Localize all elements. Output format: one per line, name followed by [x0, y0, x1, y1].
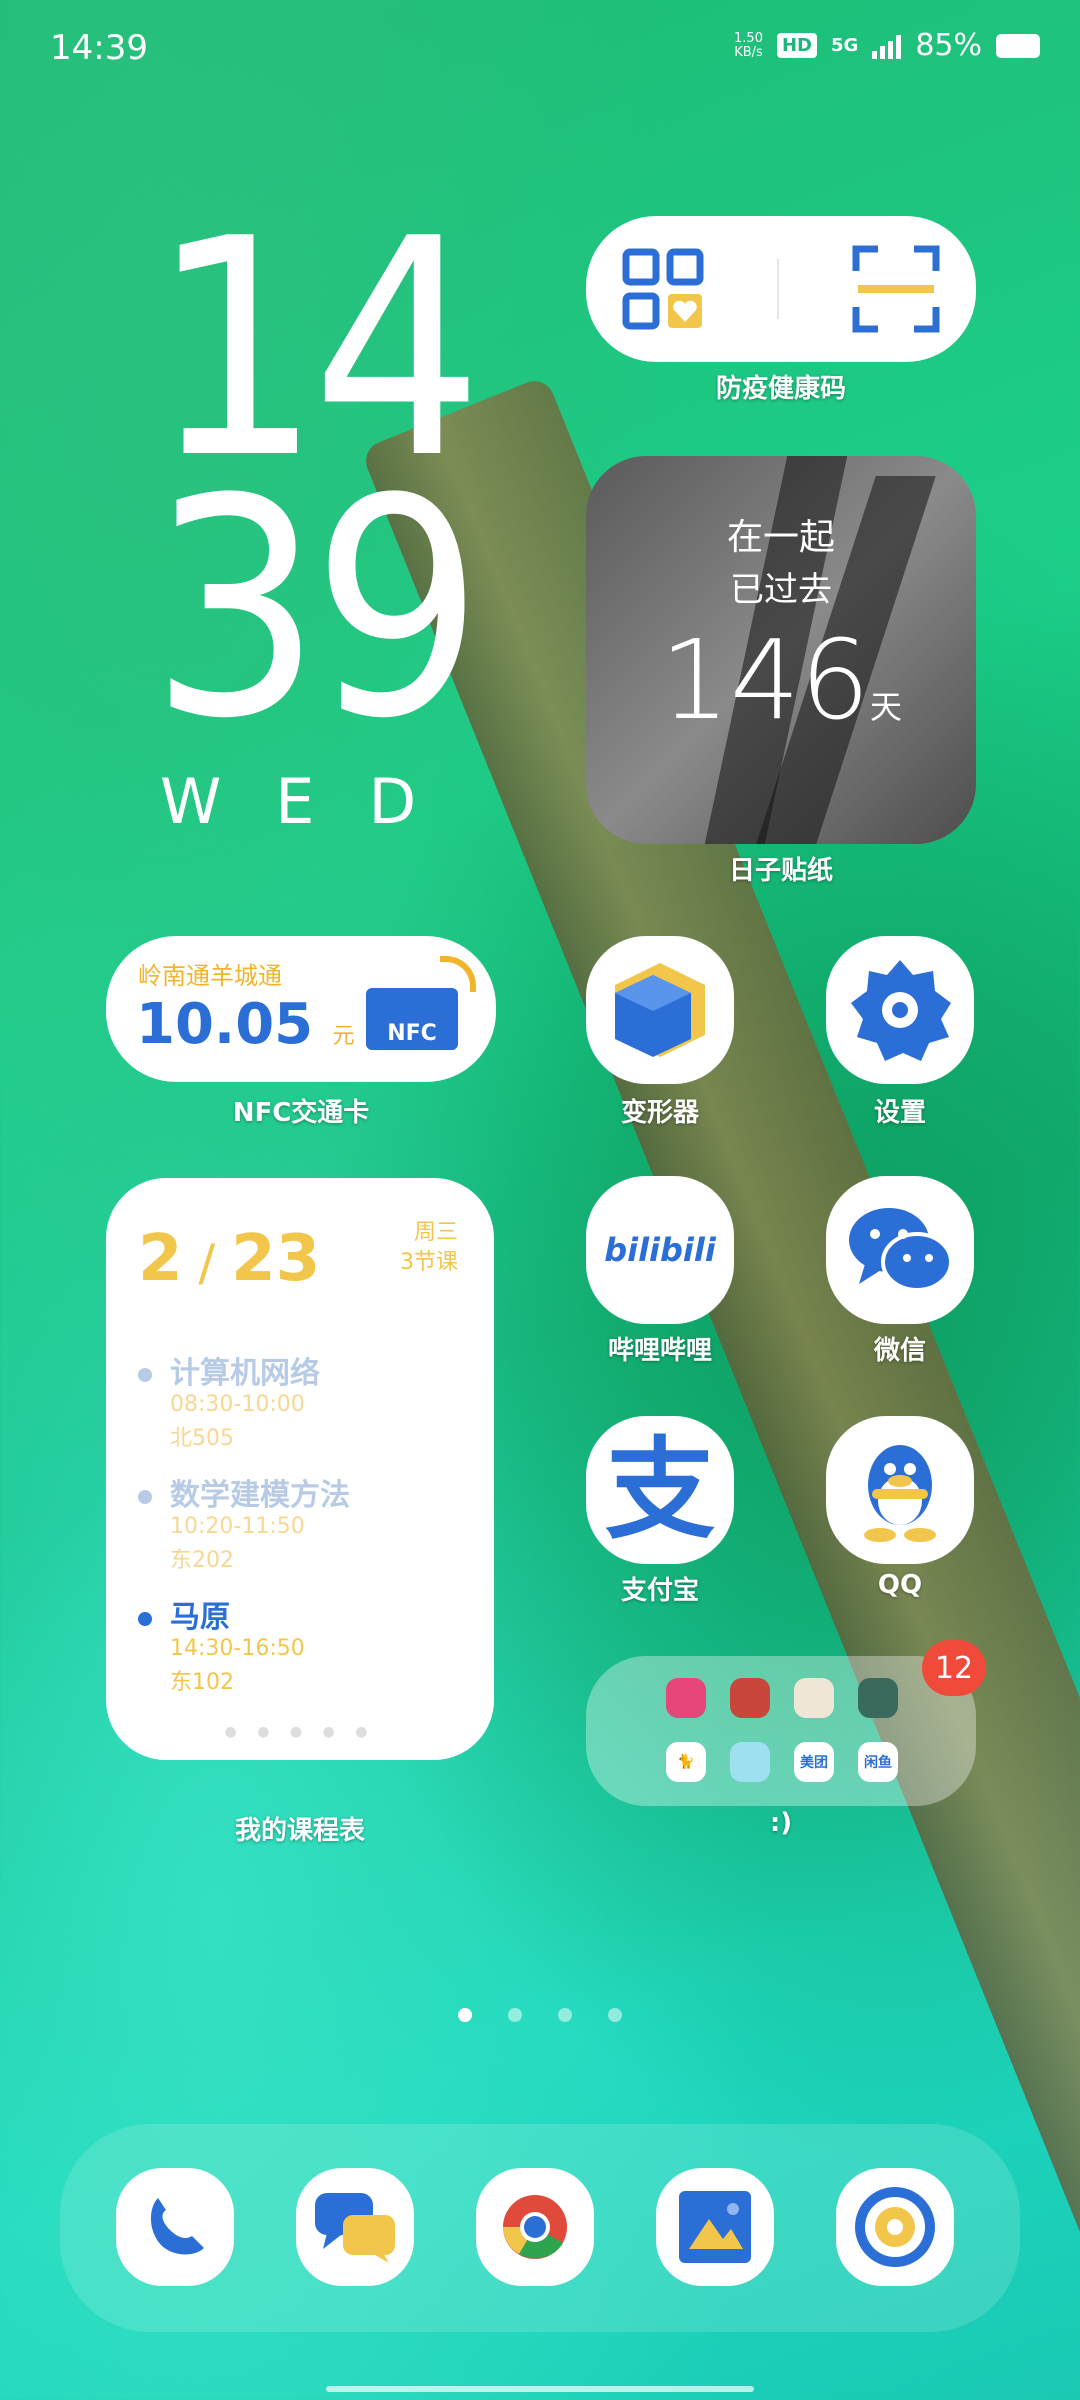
alipay-icon: 支 [605, 1426, 715, 1554]
status-indicators: 1.50 KB/s HD 5G 85% [734, 28, 1040, 63]
widget-line-1: 在一起 [726, 517, 835, 558]
schedule-widget[interactable]: 2 / 23 周三 3节课 计算机网络 08:30-10:00 北505 数学建… [106, 1178, 494, 1760]
chrome-icon [503, 2195, 567, 2259]
dock-gallery[interactable] [656, 2168, 774, 2286]
course-room: 东202 [170, 1548, 234, 1573]
course-name: 数学建模方法 [170, 1478, 350, 1513]
schedule-class-count: 3节课 [400, 1250, 458, 1275]
days-number: 146 [660, 616, 870, 744]
schedule-widget-label: 我的课程表 [234, 1816, 365, 1846]
wechat-icon [849, 1208, 953, 1292]
app-settings[interactable] [826, 936, 974, 1084]
course-name: 马原 [170, 1600, 230, 1635]
clock-minute: 39 [150, 435, 483, 784]
app-label-wechat: 微信 [873, 1336, 926, 1366]
folder-app-icon[interactable] [666, 1678, 706, 1718]
gallery-icon [679, 2191, 751, 2263]
dock-messages[interactable] [296, 2168, 414, 2286]
divider [776, 259, 779, 319]
course-time: 14:30-16:50 [170, 1636, 305, 1661]
days-together-widget[interactable]: 在一起 已过去 146天 [586, 456, 976, 844]
folder-app-icon[interactable] [858, 1678, 898, 1718]
nfc-wave-icon [440, 956, 476, 992]
page-dot[interactable] [558, 2008, 572, 2022]
scan-icon [852, 245, 940, 333]
network-speed: 1.50 KB/s [734, 30, 763, 60]
nfc-card-widget[interactable]: 岭南通羊城通 10.05 元 NFC [106, 936, 496, 1082]
gesture-bar[interactable] [326, 2386, 754, 2392]
app-label-qq: QQ [877, 1570, 923, 1600]
app-wechat[interactable] [826, 1176, 974, 1324]
health-code-widget[interactable] [586, 216, 976, 362]
cat-app-icon[interactable]: 🐈 [666, 1742, 706, 1782]
app-bilibili[interactable]: bilibili [586, 1176, 734, 1324]
dock-phone[interactable] [116, 2168, 234, 2286]
app-alipay[interactable]: 支 [586, 1416, 734, 1564]
widget-line-2: 已过去 [730, 570, 832, 610]
app-folder[interactable]: 🐈 美团 闲鱼 [586, 1656, 976, 1806]
battery-percent: 85% [915, 28, 982, 63]
schedule-date: 2 / 23 [138, 1222, 321, 1296]
folder-badge: 12 [922, 1640, 986, 1696]
qq-penguin-icon [864, 1445, 936, 1542]
days-unit: 天 [869, 688, 902, 726]
nfc-widget-label: NFC交通卡 [232, 1098, 370, 1128]
app-qq[interactable] [826, 1416, 974, 1564]
xianyu-app-icon[interactable]: 闲鱼 [858, 1742, 898, 1782]
course-time: 10:20-11:50 [170, 1514, 305, 1539]
app-transformer[interactable] [586, 936, 734, 1084]
app-label-alipay: 支付宝 [620, 1576, 699, 1606]
meituan-app-icon[interactable]: 美团 [794, 1742, 834, 1782]
network-type: 5G [831, 35, 859, 56]
course-time: 08:30-10:00 [170, 1392, 305, 1417]
nfc-balance: 10.05 元 [136, 992, 355, 1057]
network-speed-unit: KB/s [734, 44, 763, 60]
dock-camera[interactable] [836, 2168, 954, 2286]
course-room: 东102 [170, 1670, 234, 1695]
settings-gear-icon [851, 960, 951, 1061]
course-room: 北505 [170, 1426, 234, 1451]
page-dot-active[interactable] [458, 2008, 472, 2022]
status-bar: 14:39 1.50 KB/s HD 5G 85% [0, 0, 1080, 100]
phone-icon [150, 2198, 204, 2255]
days-count: 146天 [586, 616, 976, 744]
nfc-card-icon: NFC [366, 988, 458, 1050]
network-speed-value: 1.50 [734, 30, 763, 46]
page-dot[interactable] [508, 2008, 522, 2022]
dock [60, 2124, 1020, 2332]
app-label-transformer: 变形器 [620, 1098, 699, 1128]
health-code-label: 防疫健康码 [715, 374, 846, 404]
folder-app-icon[interactable] [794, 1678, 834, 1718]
camera-icon [855, 2187, 935, 2267]
page-dot[interactable] [608, 2008, 622, 2022]
messages-icon [315, 2193, 395, 2263]
nfc-card-name: 岭南通羊城通 [138, 962, 282, 990]
clock-weekday: WED [160, 765, 471, 838]
schedule-summary: 周三 3节课 [400, 1218, 458, 1278]
signal-icon [872, 33, 902, 59]
sticker-app-icon[interactable] [730, 1742, 770, 1782]
widget-pager: ● ● ● ● ● [224, 1724, 376, 1740]
course-name: 计算机网络 [170, 1356, 320, 1391]
health-code-icon [622, 248, 704, 330]
dock-chrome[interactable] [476, 2168, 594, 2286]
app-label-settings: 设置 [873, 1098, 926, 1128]
bilibili-icon: bilibili [604, 1231, 716, 1269]
clock-widget[interactable]: 14 39 WED [150, 200, 483, 839]
days-widget-label: 日子贴纸 [728, 856, 833, 886]
folder-app-icon[interactable] [730, 1678, 770, 1718]
transformer-icon [615, 963, 705, 1057]
status-time: 14:39 [50, 28, 148, 68]
page-indicator[interactable] [0, 2008, 1080, 2022]
battery-icon [996, 33, 1040, 58]
hd-icon: HD [776, 33, 817, 58]
folder-label: :) [769, 1808, 793, 1838]
app-label-bilibili: 哔哩哔哩 [607, 1336, 712, 1366]
schedule-weekday: 周三 [413, 1220, 458, 1245]
